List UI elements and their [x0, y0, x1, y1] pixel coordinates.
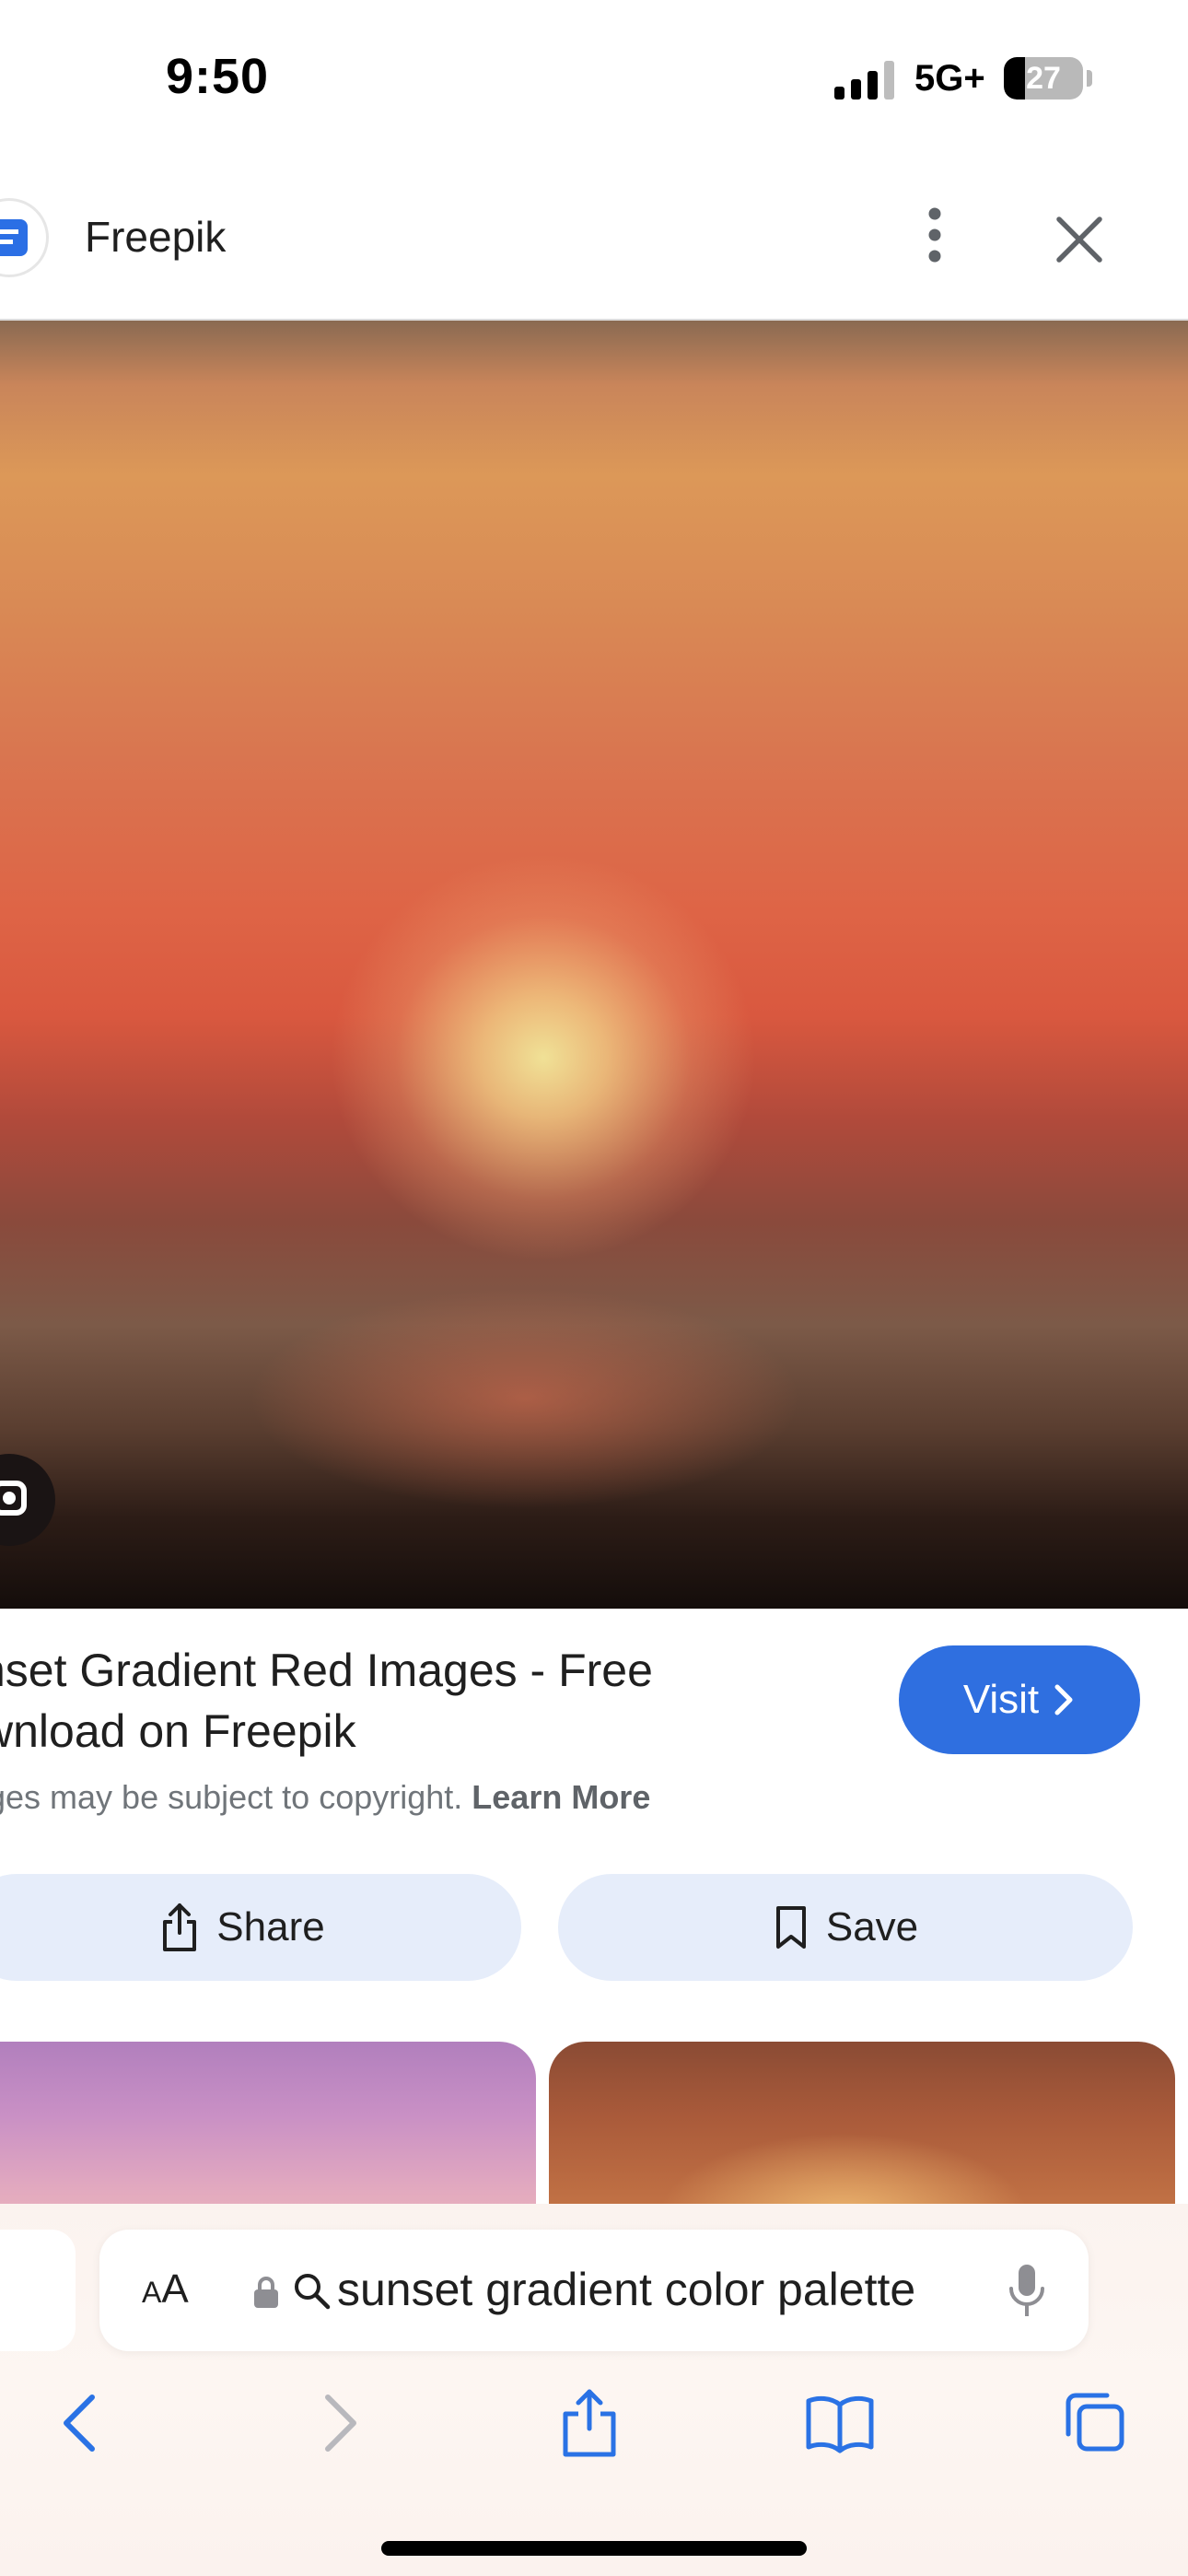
freepik-logo[interactable]: [0, 201, 46, 275]
share-icon: [163, 1903, 197, 1951]
share-button[interactable]: Share: [0, 1874, 521, 1981]
cellular-signal-icon: [834, 61, 894, 100]
status-bar: 9:50 5G+ 27: [0, 0, 1188, 157]
battery-percentage: 27: [1026, 60, 1061, 96]
result-image[interactable]: [0, 321, 1188, 1609]
previous-tab-preview[interactable]: [0, 2230, 76, 2351]
visit-label: Visit: [962, 1677, 1040, 1722]
forward-icon[interactable]: [302, 2386, 376, 2460]
site-name: Freepik: [85, 213, 227, 261]
visit-button[interactable]: Visit: [899, 1645, 1140, 1754]
lens-icon: [0, 1481, 27, 1516]
lens-search-button[interactable]: [0, 1454, 55, 1546]
share-label: Share: [216, 1904, 325, 1950]
text-size-small-glyph: A: [142, 2276, 162, 2309]
result-header: Freepik: [0, 175, 1188, 321]
copyright-text: ges may be subject to copyright.: [0, 1778, 463, 1816]
search-icon: [295, 2274, 331, 2310]
battery-icon: 27: [1004, 57, 1083, 100]
related-image-thumbnail[interactable]: [549, 2042, 1175, 2226]
text-size-button[interactable]: AA: [142, 2266, 189, 2313]
address-text: sunset gradient color palette: [337, 2264, 916, 2315]
home-indicator[interactable]: [381, 2541, 807, 2556]
status-time: 9:50: [166, 49, 270, 104]
more-vertical-icon[interactable]: [912, 203, 958, 267]
save-label: Save: [825, 1904, 919, 1950]
bookmarks-icon[interactable]: [803, 2386, 877, 2460]
learn-more-link[interactable]: Learn More: [472, 1778, 650, 1816]
battery-nub: [1087, 70, 1092, 87]
related-image-thumbnail[interactable]: [0, 2042, 536, 2226]
back-icon[interactable]: [44, 2386, 118, 2460]
chevron-right-icon: [1054, 1684, 1073, 1715]
copyright-note: ges may be subject to copyright. Learn M…: [0, 1778, 816, 1817]
save-button[interactable]: Save: [558, 1874, 1133, 1981]
text-size-large-glyph: A: [161, 2266, 189, 2312]
microphone-icon[interactable]: [1006, 2261, 1048, 2322]
close-icon[interactable]: [1050, 210, 1109, 269]
share-sheet-icon[interactable]: [553, 2386, 626, 2460]
result-title[interactable]: nset Gradient Red Images - Free wnload o…: [0, 1640, 845, 1762]
bookmark-icon: [775, 1906, 806, 1949]
lock-icon: [254, 2277, 278, 2308]
freepik-logo-mark: [0, 219, 28, 256]
network-type-label: 5G+: [914, 58, 985, 99]
sun-reflection: [249, 1288, 801, 1509]
page: 9:50 5G+ 27 Freepik set Gradient Red Ima…: [0, 0, 1188, 2576]
address-bar[interactable]: AA sunset gradient color palette: [99, 2230, 1089, 2351]
tabs-icon[interactable]: [1057, 2386, 1131, 2460]
